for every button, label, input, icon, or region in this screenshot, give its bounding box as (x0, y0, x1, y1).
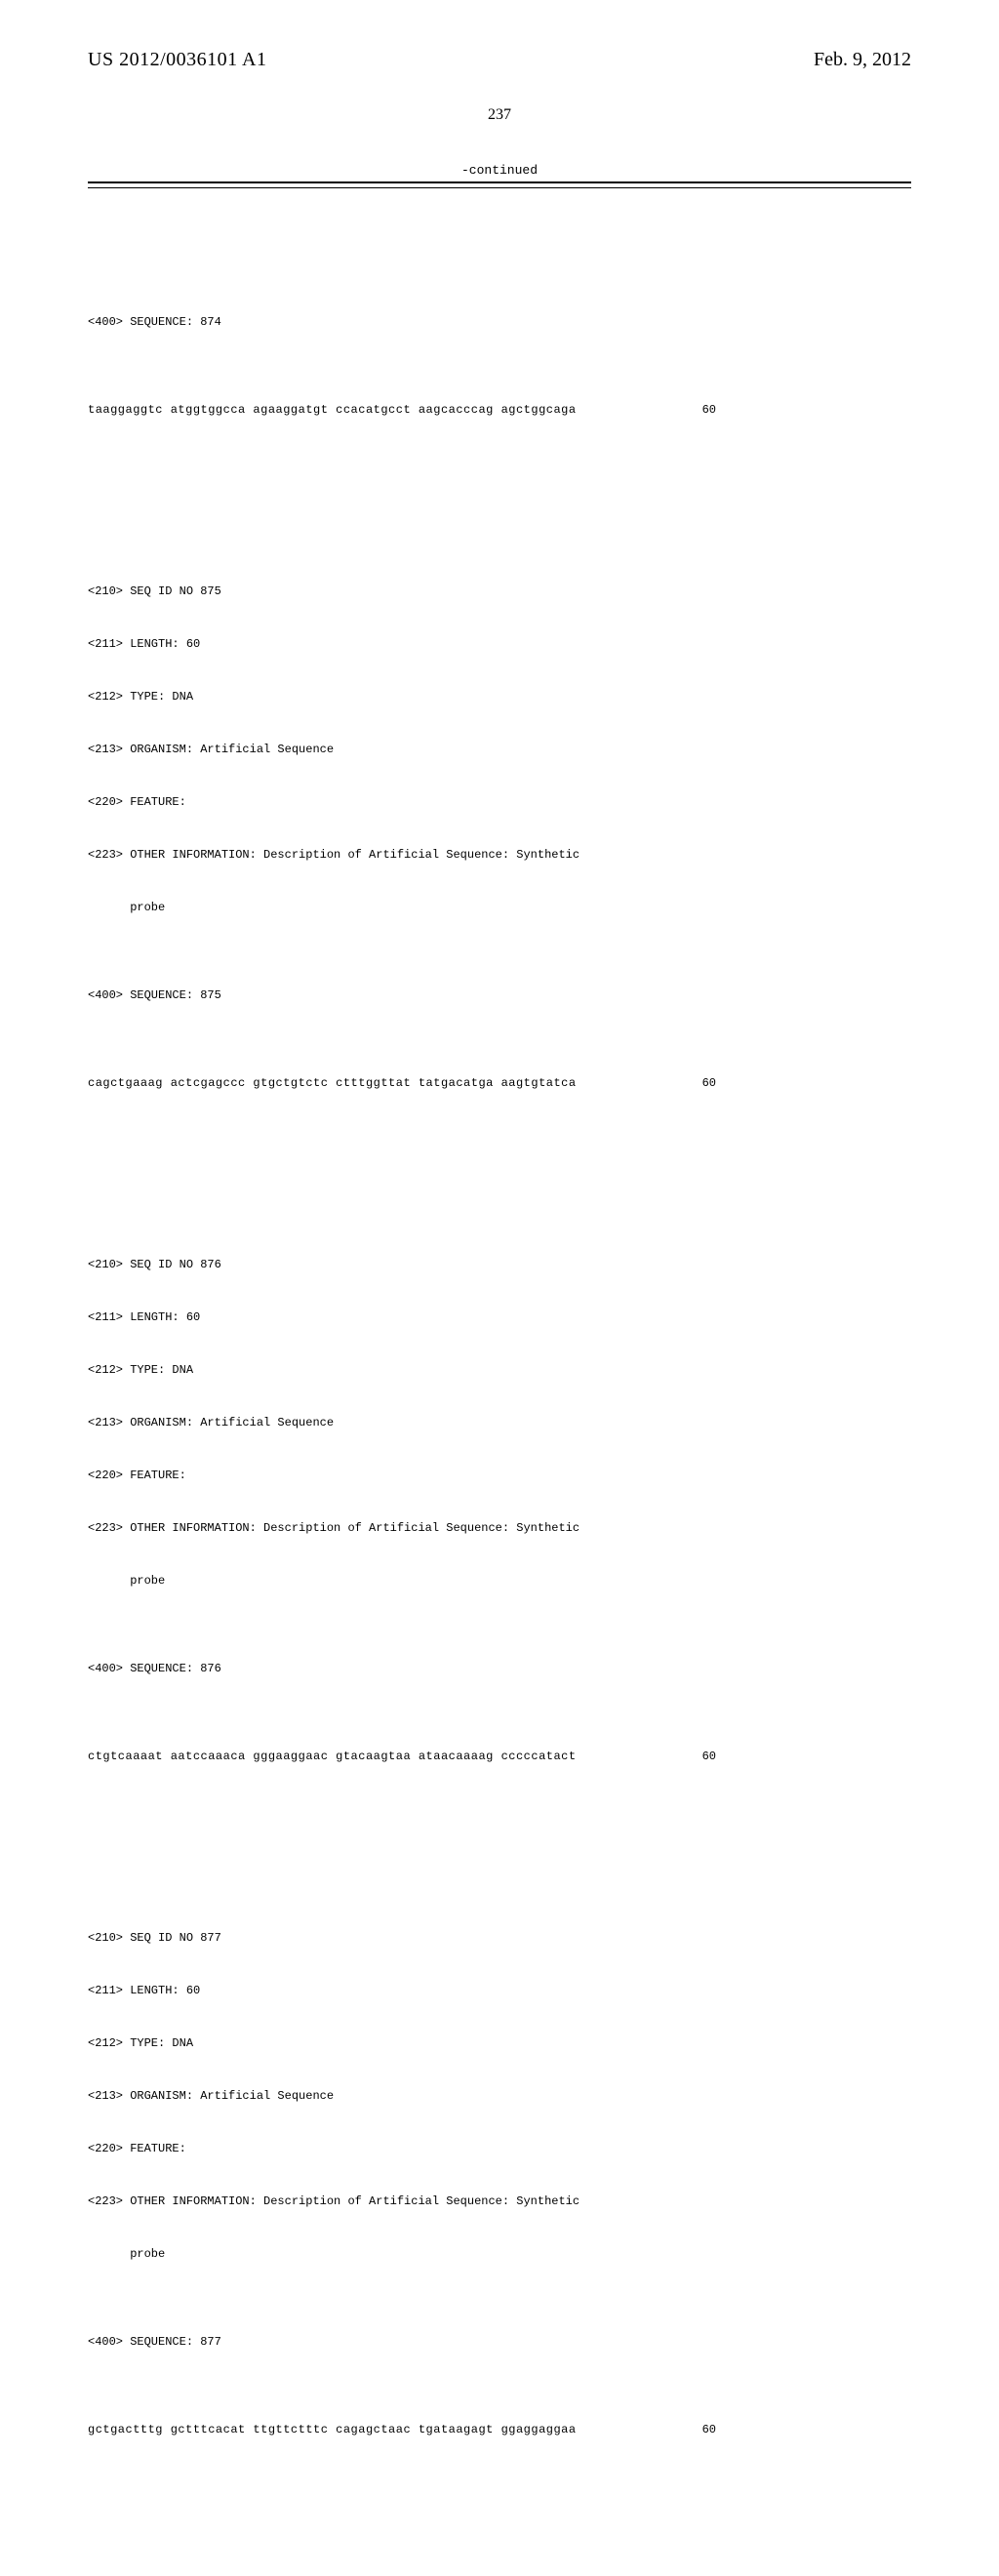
publication-date: Feb. 9, 2012 (814, 49, 911, 71)
sequence-length-value: 60 (702, 2421, 911, 2438)
sequence-pre-line: <400> SEQUENCE: 874 (88, 313, 911, 331)
sequence-header-line: <212> TYPE: DNA (88, 2034, 911, 2052)
sequence-header-line: <223> OTHER INFORMATION: Description of … (88, 1519, 911, 1537)
sequence-header-line: <213> ORGANISM: Artificial Sequence (88, 2087, 911, 2105)
sequence-length-value: 60 (702, 1074, 911, 1092)
sequence-header-line: <212> TYPE: DNA (88, 688, 911, 705)
sequence-header-line: <213> ORGANISM: Artificial Sequence (88, 1414, 911, 1431)
sequence-header-line: <220> FEATURE: (88, 2140, 911, 2157)
sequence-line: taaggaggtc atggtggcca agaaggatgt ccacatg… (88, 401, 911, 419)
sequence-pre-line: <400> SEQUENCE: 875 (88, 986, 911, 1004)
sequence-text: ctgtcaaaat aatccaaaca gggaaggaac gtacaag… (88, 1748, 577, 1765)
sequence-header-line: <210> SEQ ID NO 875 (88, 583, 911, 600)
sequence-line: cagctgaaag actcgagccc gtgctgtctc ctttggt… (88, 1074, 911, 1092)
sequence-length-value: 60 (702, 1748, 911, 1765)
divider-bottom (88, 187, 911, 188)
sequence-listing: <400> SEQUENCE: 874 taaggaggtc atggtggcc… (88, 208, 911, 2576)
sequence-header-line: <223> OTHER INFORMATION: Description of … (88, 846, 911, 864)
sequence-header-line: probe (88, 899, 911, 916)
sequence-line: gctgactttg gctttcacat ttgttctttc cagagct… (88, 2421, 911, 2438)
sequence-header-line: probe (88, 1572, 911, 1590)
sequence-header-line: <220> FEATURE: (88, 1467, 911, 1484)
page-number: 237 (88, 106, 911, 124)
sequence-header-line: <210> SEQ ID NO 877 (88, 1929, 911, 1947)
page-header: US 2012/0036101 A1 Feb. 9, 2012 (88, 49, 911, 77)
sequence-line: ctgtcaaaat aatccaaaca gggaaggaac gtacaag… (88, 1748, 911, 1765)
sequence-length-value: 60 (702, 401, 911, 419)
continued-label: -continued (88, 163, 911, 178)
sequence-text: cagctgaaag actcgagccc gtgctgtctc ctttggt… (88, 1074, 577, 1092)
sequence-header-line: <213> ORGANISM: Artificial Sequence (88, 741, 911, 758)
sequence-block: <400> SEQUENCE: 874 taaggaggtc atggtggcc… (88, 278, 911, 454)
sequence-block: <210> SEQ ID NO 876 <211> LENGTH: 60 <21… (88, 1221, 911, 1800)
sequence-text: gctgactttg gctttcacat ttgttctttc cagagct… (88, 2421, 577, 2438)
sequence-header-line: <212> TYPE: DNA (88, 1361, 911, 1379)
divider-top (88, 181, 911, 183)
sequence-text: taaggaggtc atggtggcca agaaggatgt ccacatg… (88, 401, 577, 419)
sequence-block: <210> SEQ ID NO 878 <211> LENGTH: 60 <21… (88, 2567, 911, 2576)
sequence-header-line: <223> OTHER INFORMATION: Description of … (88, 2193, 911, 2210)
sequence-header-line: <211> LENGTH: 60 (88, 1308, 911, 1326)
sequence-header-line: <220> FEATURE: (88, 793, 911, 811)
sequence-block: <210> SEQ ID NO 875 <211> LENGTH: 60 <21… (88, 547, 911, 1127)
sequence-block: <210> SEQ ID NO 877 <211> LENGTH: 60 <21… (88, 1894, 911, 2474)
sequence-header-line: probe (88, 2245, 911, 2263)
sequence-header-line: <211> LENGTH: 60 (88, 635, 911, 653)
publication-number: US 2012/0036101 A1 (88, 49, 266, 71)
sequence-header-line: <211> LENGTH: 60 (88, 1982, 911, 1999)
sequence-pre-line: <400> SEQUENCE: 877 (88, 2333, 911, 2351)
sequence-header-line: <210> SEQ ID NO 876 (88, 1256, 911, 1273)
sequence-pre-line: <400> SEQUENCE: 876 (88, 1660, 911, 1677)
